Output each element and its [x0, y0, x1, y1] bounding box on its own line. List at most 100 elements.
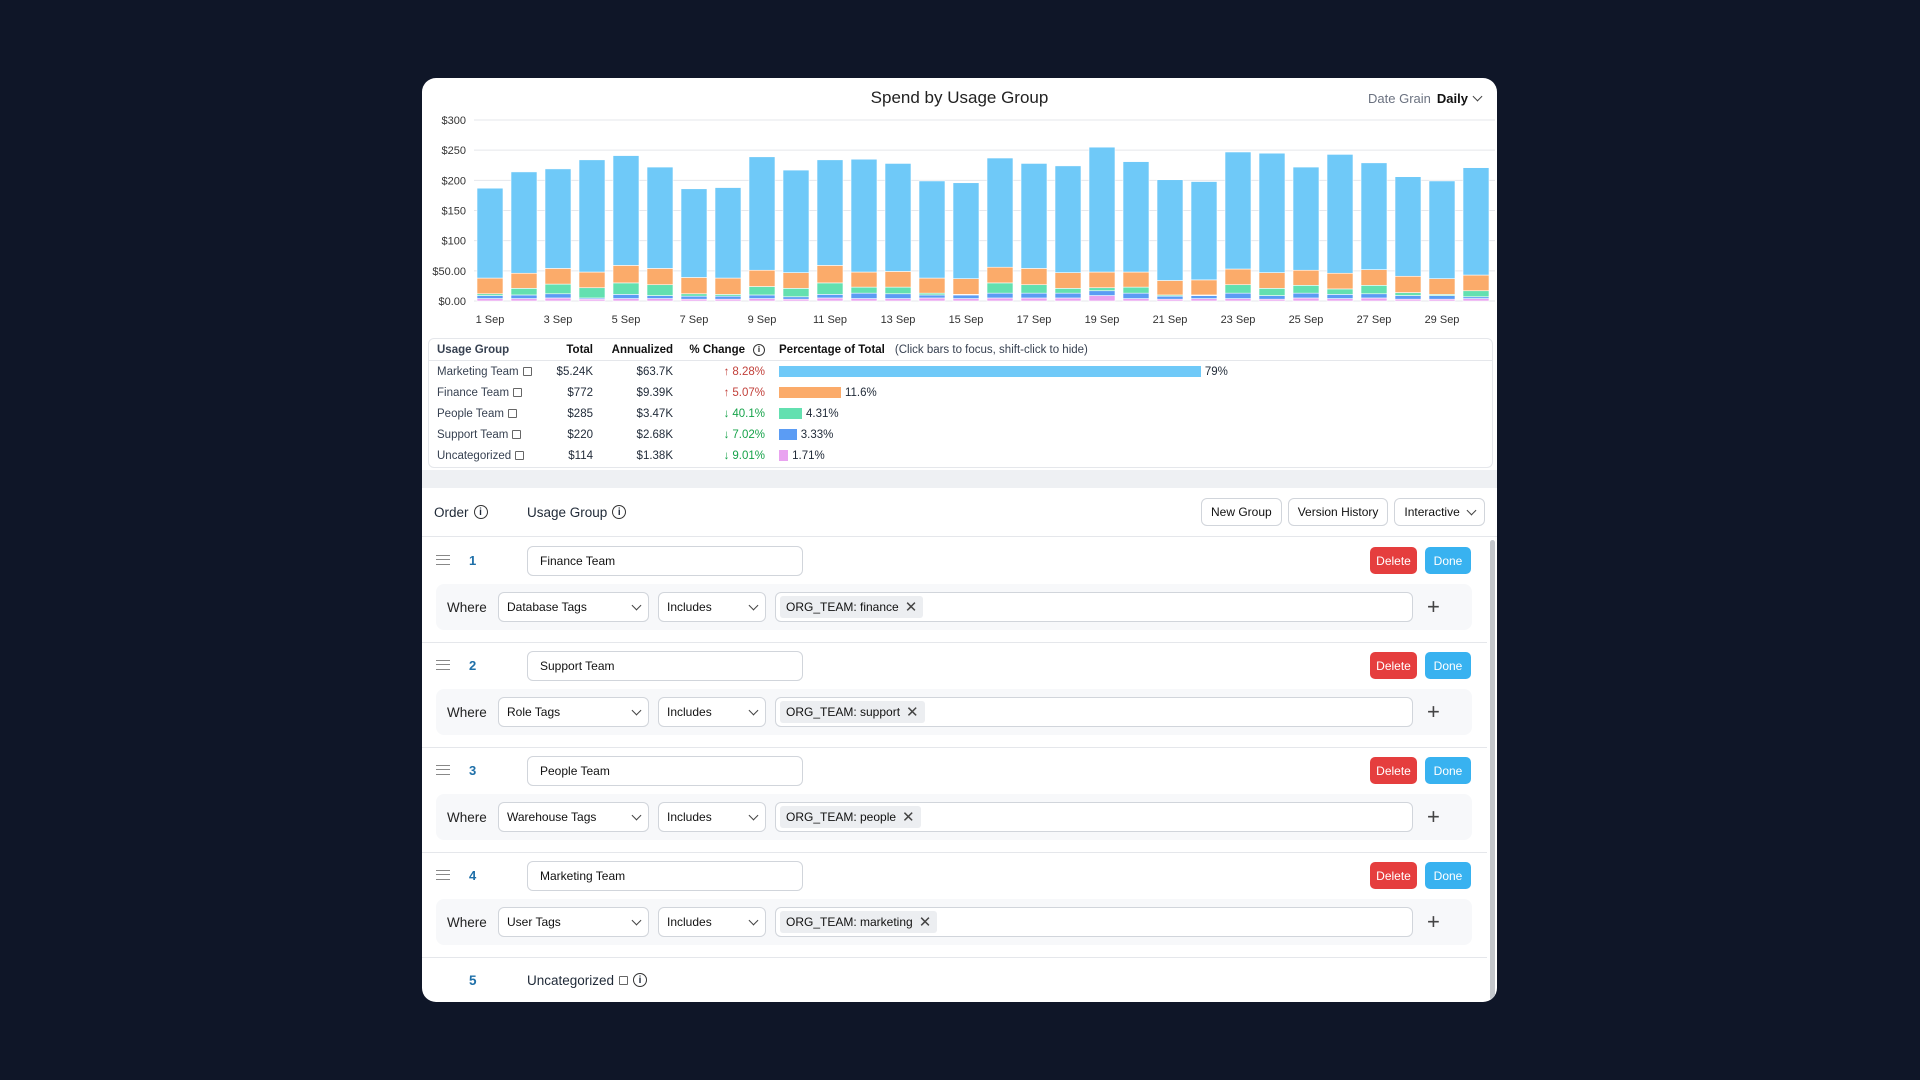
info-icon[interactable]: i: [753, 343, 765, 356]
bar-segment-people-team[interactable]: [544, 283, 572, 295]
bar-segment-support-team[interactable]: [1224, 292, 1252, 299]
group-name-input[interactable]: [527, 861, 803, 891]
bar-segment-marketing-team[interactable]: [1292, 166, 1320, 271]
bar-segment-uncategorized[interactable]: [1088, 295, 1116, 302]
bar-segment-marketing-team[interactable]: [1326, 154, 1354, 274]
group-cell[interactable]: Support Team: [429, 429, 547, 441]
bar-segment-people-team[interactable]: [680, 293, 708, 297]
bar-segment-finance-team[interactable]: [612, 265, 640, 284]
done-button[interactable]: Done: [1425, 652, 1471, 679]
bar-segment-finance-team[interactable]: [1156, 280, 1184, 296]
field-select[interactable]: Database Tags: [498, 592, 649, 622]
bar-segment-people-team[interactable]: [1224, 284, 1252, 294]
summary-row[interactable]: People Team $285 $3.47K ↓ 40.1% 4.31%: [429, 403, 1492, 424]
bar-segment-finance-team[interactable]: [1190, 279, 1218, 296]
group-name-input[interactable]: [527, 756, 803, 786]
group-name-input[interactable]: [527, 651, 803, 681]
bar-segment-people-team[interactable]: [1326, 288, 1354, 295]
bar-segment-support-team[interactable]: [476, 295, 504, 299]
field-select[interactable]: Warehouse Tags: [498, 802, 649, 832]
bar-segment-support-team[interactable]: [850, 292, 878, 299]
bar-segment-finance-team[interactable]: [918, 277, 946, 294]
bar-segment-support-team[interactable]: [510, 294, 538, 299]
bar-segment-marketing-team[interactable]: [884, 163, 912, 272]
bar-segment-finance-team[interactable]: [1258, 272, 1286, 289]
drag-handle-icon[interactable]: [436, 660, 450, 670]
bar-segment-uncategorized[interactable]: [884, 298, 912, 302]
bar-segment-people-team[interactable]: [850, 286, 878, 294]
bar-segment-people-team[interactable]: [1054, 288, 1082, 294]
group-name-input[interactable]: [527, 546, 803, 576]
bar-segment-support-team[interactable]: [1360, 293, 1388, 299]
bar-segment-support-team[interactable]: [986, 292, 1014, 299]
delete-button[interactable]: Delete: [1370, 757, 1417, 784]
external-link-icon[interactable]: [512, 430, 522, 439]
summary-row[interactable]: Marketing Team $5.24K $63.7K ↑ 8.28% 79%: [429, 361, 1492, 382]
bar-segment-uncategorized[interactable]: [476, 298, 504, 302]
bar-segment-marketing-team[interactable]: [748, 156, 776, 271]
bar-segment-support-team[interactable]: [1258, 295, 1286, 300]
tag-input[interactable]: ORG_TEAM: marketing ✕: [775, 907, 1413, 937]
bar-segment-people-team[interactable]: [816, 282, 844, 295]
bar-segment-uncategorized[interactable]: [646, 298, 674, 302]
bar-segment-support-team[interactable]: [1088, 290, 1116, 296]
info-icon[interactable]: i: [473, 505, 488, 519]
bar-segment-support-team[interactable]: [918, 294, 946, 299]
field-select[interactable]: User Tags: [498, 907, 649, 937]
bar-segment-marketing-team[interactable]: [1122, 161, 1150, 273]
pct-cell[interactable]: 4.31%: [765, 408, 839, 420]
bar-segment-finance-team[interactable]: [748, 269, 776, 287]
group-cell[interactable]: Marketing Team: [429, 366, 547, 378]
close-icon[interactable]: ✕: [902, 808, 915, 826]
bar-segment-finance-team[interactable]: [1122, 271, 1150, 288]
pct-bar[interactable]: [779, 408, 802, 419]
bar-segment-people-team[interactable]: [1088, 287, 1116, 292]
bar-segment-finance-team[interactable]: [510, 272, 538, 289]
bar-segment-support-team[interactable]: [748, 294, 776, 299]
bar-segment-support-team[interactable]: [544, 293, 572, 299]
bar-segment-marketing-team[interactable]: [714, 187, 742, 279]
close-icon[interactable]: ✕: [906, 703, 919, 721]
summary-row[interactable]: Support Team $220 $2.68K ↓ 7.02% 3.33%: [429, 424, 1492, 445]
bar-segment-marketing-team[interactable]: [612, 155, 640, 266]
bar-segment-people-team[interactable]: [748, 286, 776, 296]
bar-segment-uncategorized[interactable]: [952, 298, 980, 302]
bar-segment-people-team[interactable]: [510, 288, 538, 296]
bar-segment-finance-team[interactable]: [680, 277, 708, 295]
bar-segment-support-team[interactable]: [612, 294, 640, 299]
bar-segment-support-team[interactable]: [1122, 292, 1150, 299]
external-link-icon[interactable]: [515, 451, 525, 460]
bar-segment-finance-team[interactable]: [1224, 268, 1252, 286]
bar-segment-support-team[interactable]: [646, 295, 674, 299]
bar-segment-uncategorized[interactable]: [1020, 297, 1048, 302]
external-link-icon[interactable]: [522, 367, 532, 376]
bar-segment-finance-team[interactable]: [884, 271, 912, 288]
bar-segment-marketing-team[interactable]: [1462, 167, 1490, 276]
bar-segment-uncategorized[interactable]: [1462, 298, 1490, 302]
bar-segment-support-team[interactable]: [1394, 295, 1422, 300]
group-cell[interactable]: Uncategorized: [429, 450, 547, 462]
bar-segment-marketing-team[interactable]: [680, 188, 708, 278]
plus-icon[interactable]: +: [1427, 594, 1440, 620]
bar-segment-finance-team[interactable]: [1428, 278, 1456, 295]
bar-segment-finance-team[interactable]: [646, 268, 674, 286]
bar-segment-people-team[interactable]: [1462, 290, 1490, 298]
bar-segment-finance-team[interactable]: [1394, 275, 1422, 293]
pct-cell[interactable]: 79%: [765, 366, 1228, 378]
pct-bar[interactable]: [779, 387, 841, 398]
bar-segment-marketing-team[interactable]: [476, 187, 504, 279]
pct-cell[interactable]: 3.33%: [765, 429, 833, 441]
new-group-button[interactable]: New Group: [1201, 498, 1282, 526]
operator-select[interactable]: Includes: [658, 697, 766, 727]
bar-segment-marketing-team[interactable]: [816, 159, 844, 266]
bar-segment-marketing-team[interactable]: [1054, 165, 1082, 273]
bar-segment-support-team[interactable]: [1428, 295, 1456, 300]
bar-segment-support-team[interactable]: [1326, 294, 1354, 299]
bar-segment-marketing-team[interactable]: [1428, 180, 1456, 279]
drag-handle-icon[interactable]: [436, 555, 450, 565]
bar-segment-uncategorized[interactable]: [612, 298, 640, 302]
bar-segment-marketing-team[interactable]: [1258, 152, 1286, 273]
done-button[interactable]: Done: [1425, 862, 1471, 889]
done-button[interactable]: Done: [1425, 757, 1471, 784]
bar-segment-finance-team[interactable]: [952, 278, 980, 295]
